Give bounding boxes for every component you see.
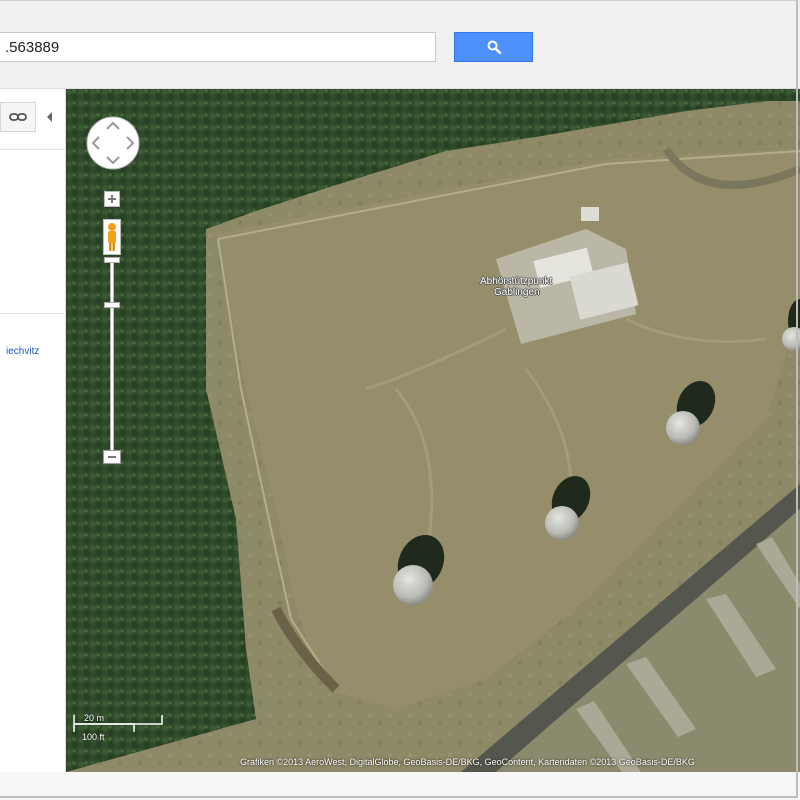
- pan-control-icon[interactable]: [86, 116, 140, 170]
- link-button[interactable]: [0, 102, 36, 132]
- zoom-slider-track[interactable]: [110, 260, 114, 462]
- search-input[interactable]: [0, 32, 436, 62]
- sidebar-link[interactable]: iechvitz: [6, 346, 39, 357]
- place-label-line: Abhörstützpunkt: [480, 276, 553, 287]
- place-label[interactable]: Abhörstützpunkt Gablingen: [480, 276, 552, 298]
- chevron-left-icon[interactable]: [45, 110, 55, 124]
- satellite-imagery: [66, 89, 800, 772]
- satellite-map[interactable]: [66, 89, 800, 772]
- plus-icon: [108, 195, 116, 203]
- map-attribution: Grafiken ©2013 AeroWest, DigitalGlobe, G…: [240, 757, 695, 767]
- top-bar: [0, 0, 800, 89]
- zoom-slider-mark: [104, 257, 120, 263]
- link-icon: [9, 113, 27, 121]
- zoom-slider-mark: [104, 302, 120, 308]
- scale-label-bottom: 100 ft: [82, 732, 105, 742]
- pegman-icon: [108, 223, 116, 251]
- zoom-in-button[interactable]: [104, 191, 120, 207]
- divider: [0, 149, 64, 150]
- scale-label-top: 20 m: [84, 713, 105, 723]
- search-button[interactable]: [454, 32, 533, 62]
- divider: [0, 313, 64, 314]
- minus-icon: [108, 456, 116, 458]
- page-footer: [0, 772, 800, 800]
- scale-bar: 20 m 100 ft: [72, 712, 164, 744]
- place-label-line: Gablingen: [494, 287, 540, 298]
- sidebar: [0, 89, 66, 779]
- pegman-button[interactable]: [103, 219, 121, 255]
- zoom-slider-thumb[interactable]: [103, 450, 121, 464]
- search-icon: [487, 40, 501, 54]
